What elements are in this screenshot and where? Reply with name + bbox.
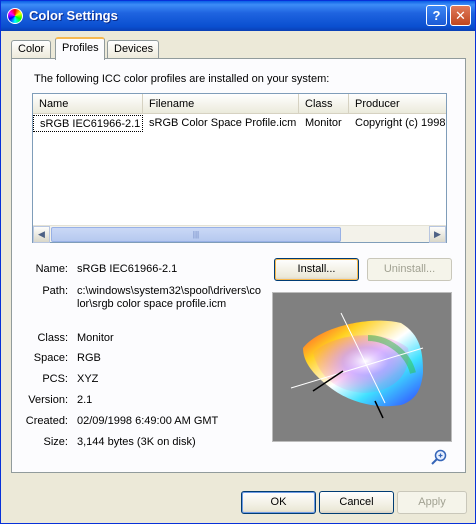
uninstall-button[interactable]: Uninstall... — [367, 258, 452, 281]
space-label: Space: — [33, 352, 68, 364]
scrollbar-thumb[interactable]: ||| — [51, 227, 341, 242]
zoom-button[interactable] — [430, 448, 448, 466]
help-icon: ? — [432, 8, 441, 23]
color-wheel-icon — [7, 8, 23, 24]
color-settings-window: Color Settings ? ✕ Color Profiles Device… — [0, 0, 476, 524]
list-item[interactable]: sRGB IEC61966-2.1 sRGB Color Space Profi… — [33, 115, 446, 132]
tab-devices[interactable]: Devices — [107, 40, 159, 59]
profile-filename-cell: sRGB Color Space Profile.icm — [149, 117, 297, 129]
scroll-left-icon[interactable]: ◀ — [33, 226, 50, 243]
size-value: 3,144 bytes (3K on disk) — [77, 436, 196, 448]
profile-class-cell: Monitor — [305, 117, 342, 129]
path-value-line1: c:\windows\system32\spool\drivers\co — [77, 285, 262, 297]
close-button[interactable]: ✕ — [450, 5, 471, 26]
profile-name-cell: sRGB IEC61966-2.1 — [33, 115, 143, 132]
column-header-name[interactable]: Name — [33, 94, 143, 114]
ok-button[interactable]: OK — [241, 491, 316, 514]
zoom-in-icon — [431, 449, 447, 465]
tab-profiles[interactable]: Profiles — [55, 37, 105, 60]
help-button[interactable]: ? — [426, 5, 447, 26]
color-gamut-preview[interactable] — [272, 292, 452, 442]
column-header-producer[interactable]: Producer — [349, 94, 446, 114]
created-label: Created: — [25, 415, 68, 427]
list-header: Name Filename Class Producer — [33, 94, 446, 114]
name-label: Name: — [35, 263, 68, 275]
path-label: Path: — [42, 285, 68, 297]
pcs-value: XYZ — [77, 373, 99, 385]
horizontal-scrollbar[interactable]: ◀ ||| ▶ — [33, 225, 446, 243]
title-bar[interactable]: Color Settings ? ✕ — [1, 1, 475, 31]
column-header-class[interactable]: Class — [299, 94, 349, 114]
pcs-label: PCS: — [42, 373, 68, 385]
version-label: Version: — [28, 394, 68, 406]
gamut-plot — [290, 312, 424, 419]
name-value: sRGB IEC61966-2.1 — [77, 263, 178, 275]
path-value-line2: lor\srgb color space profile.icm — [77, 298, 227, 310]
scroll-right-icon[interactable]: ▶ — [429, 226, 446, 243]
install-button[interactable]: Install... — [274, 258, 359, 281]
intro-text: The following ICC color profiles are ins… — [34, 73, 330, 85]
created-value: 02/09/1998 6:49:00 AM GMT — [77, 415, 219, 427]
class-label: Class: — [37, 332, 68, 344]
cancel-button[interactable]: Cancel — [319, 491, 394, 514]
profiles-panel: The following ICC color profiles are ins… — [11, 58, 466, 473]
class-value: Monitor — [77, 332, 114, 344]
version-value: 2.1 — [77, 394, 93, 406]
window-title: Color Settings — [29, 8, 118, 23]
close-icon: ✕ — [455, 8, 466, 23]
profiles-list[interactable]: Name Filename Class Producer sRGB IEC619… — [32, 93, 447, 243]
profile-producer-cell: Copyright (c) 1998 He — [355, 117, 446, 129]
column-header-filename[interactable]: Filename — [143, 94, 299, 114]
size-label: Size: — [43, 436, 68, 448]
tab-color[interactable]: Color — [11, 40, 51, 59]
apply-button[interactable]: Apply — [397, 491, 467, 514]
space-value: RGB — [77, 352, 101, 364]
